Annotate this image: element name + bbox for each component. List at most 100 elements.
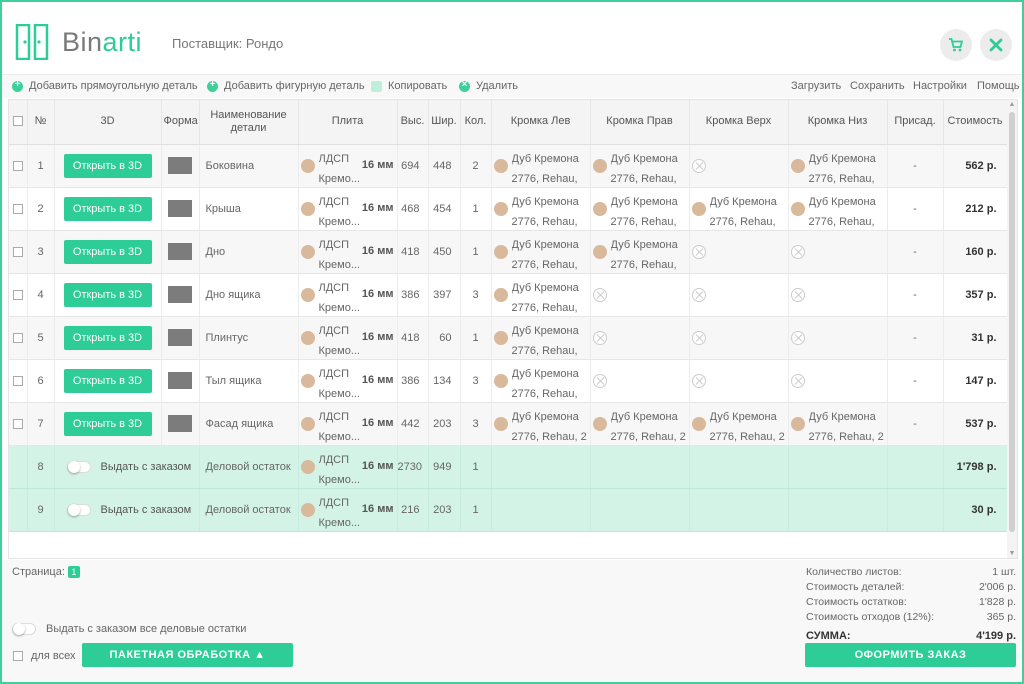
plate-cell[interactable]: ЛДСП Кремо... 16 мм xyxy=(298,316,398,360)
row-checkbox[interactable] xyxy=(12,418,23,429)
height-cell[interactable]: 468 xyxy=(397,187,429,231)
addit-cell[interactable]: - xyxy=(887,402,944,446)
part-name[interactable]: Боковина xyxy=(199,144,299,188)
edge-bottom-cell[interactable]: Дуб Кремона 2776, Rehau, xyxy=(788,144,888,188)
edge-bottom-cell[interactable]: Дуб Кремона 2776, Rehau, xyxy=(788,187,888,231)
shape-rect-icon[interactable] xyxy=(168,415,192,432)
edge-right-cell[interactable] xyxy=(590,316,690,360)
batch-processing-button[interactable]: ПАКЕТНАЯ ОБРАБОТКА ▲ xyxy=(82,643,293,667)
place-order-button[interactable]: ОФОРМИТЬ ЗАКАЗ xyxy=(805,643,1016,667)
edge-top-cell[interactable] xyxy=(689,359,789,403)
addit-cell[interactable]: - xyxy=(887,230,944,274)
edge-left-cell[interactable]: Дуб Кремона 2776, Rehau, xyxy=(491,144,591,188)
shape-rect-icon[interactable] xyxy=(168,243,192,260)
row-checkbox[interactable] xyxy=(12,289,23,300)
edge-left-cell[interactable]: Дуб Кремона 2776, Rehau, xyxy=(491,230,591,274)
edge-bottom-cell[interactable] xyxy=(788,316,888,360)
qty-cell[interactable]: 1 xyxy=(460,230,492,274)
open-3d-button[interactable]: Открыть в 3D xyxy=(63,282,152,307)
edge-left-cell[interactable]: Дуб Кремона 2776, Rehau, xyxy=(491,316,591,360)
part-name[interactable]: Дно xyxy=(199,230,299,274)
part-name[interactable]: Крыша xyxy=(199,187,299,231)
open-3d-button[interactable]: Открыть в 3D xyxy=(63,196,152,221)
part-name[interactable]: Дно ящика xyxy=(199,273,299,317)
plate-cell[interactable]: ЛДСП Кремо... 16 мм xyxy=(298,144,398,188)
addit-cell[interactable]: - xyxy=(887,316,944,360)
toggle-switch[interactable] xyxy=(12,623,36,635)
scroll-down-icon[interactable]: ▼ xyxy=(1007,550,1017,557)
edge-left-cell[interactable]: Дуб Кремона 2776, Rehau, xyxy=(491,359,591,403)
edge-bottom-cell[interactable] xyxy=(788,359,888,403)
edge-top-cell[interactable] xyxy=(689,230,789,274)
row-checkbox[interactable] xyxy=(12,332,23,343)
toggle-switch[interactable] xyxy=(66,503,91,516)
height-cell[interactable]: 418 xyxy=(397,230,429,274)
open-3d-button[interactable]: Открыть в 3D xyxy=(63,153,152,178)
add-shaped-part-button[interactable]: Добавить фигурную деталь xyxy=(207,79,365,92)
edge-top-cell[interactable]: Дуб Кремона 2776, Rehau, xyxy=(689,187,789,231)
issue-with-order-toggle[interactable]: Выдать с заказом xyxy=(55,503,199,516)
edge-right-cell[interactable]: Дуб Кремона 2776, Rehau, 2 х xyxy=(590,402,690,446)
open-3d-button[interactable]: Открыть в 3D xyxy=(63,411,152,436)
shape-rect-icon[interactable] xyxy=(168,157,192,174)
edge-left-cell[interactable]: Дуб Кремона 2776, Rehau, xyxy=(491,273,591,317)
table-row[interactable]: 4 Открыть в 3D Дно ящика ЛДСП Кремо... 16 мм… xyxy=(9,273,1008,317)
width-cell[interactable]: 203 xyxy=(428,402,461,446)
scroll-up-icon[interactable]: ▲ xyxy=(1007,101,1017,108)
load-link[interactable]: Загрузить xyxy=(791,80,841,92)
row-checkbox[interactable] xyxy=(12,375,23,386)
plate-cell[interactable]: ЛДСП Кремо... 16 мм xyxy=(298,402,398,446)
close-button[interactable] xyxy=(980,29,1012,61)
copy-button[interactable]: Копировать xyxy=(371,80,447,92)
open-3d-button[interactable]: Открыть в 3D xyxy=(63,325,152,350)
table-row[interactable]: 5 Открыть в 3D Плинтус ЛДСП Кремо... 16 мм 41… xyxy=(9,316,1008,360)
edge-right-cell[interactable]: Дуб Кремона 2776, Rehau, xyxy=(590,144,690,188)
edge-top-cell[interactable] xyxy=(689,316,789,360)
width-cell[interactable]: 448 xyxy=(428,144,461,188)
edge-left-cell[interactable]: Дуб Кремона 2776, Rehau, 2 х xyxy=(491,402,591,446)
edge-bottom-cell[interactable]: Дуб Кремона 2776, Rehau, 2 х xyxy=(788,402,888,446)
shape-rect-icon[interactable] xyxy=(168,200,192,217)
remnant-row[interactable]: 8 Выдать с заказом Деловой остаток ЛДСП Кре… xyxy=(9,445,1008,489)
issue-with-order-toggle[interactable]: Выдать с заказом xyxy=(55,460,199,473)
qty-cell[interactable]: 3 xyxy=(460,402,492,446)
scroll-thumb[interactable] xyxy=(1009,112,1015,532)
edge-right-cell[interactable]: Дуб Кремона 2776, Rehau, xyxy=(590,230,690,274)
width-cell[interactable]: 450 xyxy=(428,230,461,274)
width-cell[interactable]: 454 xyxy=(428,187,461,231)
edge-left-cell[interactable]: Дуб Кремона 2776, Rehau, xyxy=(491,187,591,231)
edge-bottom-cell[interactable] xyxy=(788,230,888,274)
add-rect-part-button[interactable]: Добавить прямоугольную деталь xyxy=(12,79,198,92)
plate-cell[interactable]: ЛДСП Кремо... 16 мм xyxy=(298,273,398,317)
for-all-checkbox[interactable] xyxy=(13,651,23,661)
page-1-button[interactable]: 1 xyxy=(67,566,80,578)
addit-cell[interactable]: - xyxy=(887,359,944,403)
remnant-row[interactable]: 9 Выдать с заказом Деловой остаток ЛДСП Кре… xyxy=(9,488,1008,532)
table-scrollbar[interactable]: ▲ ▼ xyxy=(1007,100,1017,558)
addit-cell[interactable]: - xyxy=(887,144,944,188)
edge-top-cell[interactable]: Дуб Кремона 2776, Rehau, 2 х xyxy=(689,402,789,446)
qty-cell[interactable]: 3 xyxy=(460,359,492,403)
settings-link[interactable]: Настройки xyxy=(913,80,967,92)
height-cell[interactable]: 442 xyxy=(397,402,429,446)
width-cell[interactable]: 397 xyxy=(428,273,461,317)
edge-right-cell[interactable] xyxy=(590,273,690,317)
issue-all-remnants-toggle[interactable]: Выдать с заказом все деловые остатки xyxy=(12,623,246,635)
shape-rect-icon[interactable] xyxy=(168,372,192,389)
help-link[interactable]: Помощь xyxy=(977,80,1020,92)
part-name[interactable]: Фасад ящика xyxy=(199,402,299,446)
qty-cell[interactable]: 2 xyxy=(460,144,492,188)
height-cell[interactable]: 386 xyxy=(397,273,429,317)
table-row[interactable]: 6 Открыть в 3D Тыл ящика ЛДСП Кремо... 16 мм… xyxy=(9,359,1008,403)
width-cell[interactable]: 134 xyxy=(428,359,461,403)
delete-button[interactable]: Удалить xyxy=(459,79,518,92)
edge-bottom-cell[interactable] xyxy=(788,273,888,317)
plate-cell[interactable]: ЛДСП Кремо... 16 мм xyxy=(298,230,398,274)
for-all-checkbox-row[interactable]: для всех xyxy=(13,650,75,662)
toggle-switch[interactable] xyxy=(66,460,91,473)
table-row[interactable]: 3 Открыть в 3D Дно ЛДСП Кремо... 16 мм 418 450… xyxy=(9,230,1008,274)
row-checkbox[interactable] xyxy=(12,160,23,171)
plate-cell[interactable]: ЛДСП Кремо... 16 мм xyxy=(298,359,398,403)
table-row[interactable]: 2 Открыть в 3D Крыша ЛДСП Кремо... 16 мм 468 4… xyxy=(9,187,1008,231)
edge-top-cell[interactable] xyxy=(689,144,789,188)
